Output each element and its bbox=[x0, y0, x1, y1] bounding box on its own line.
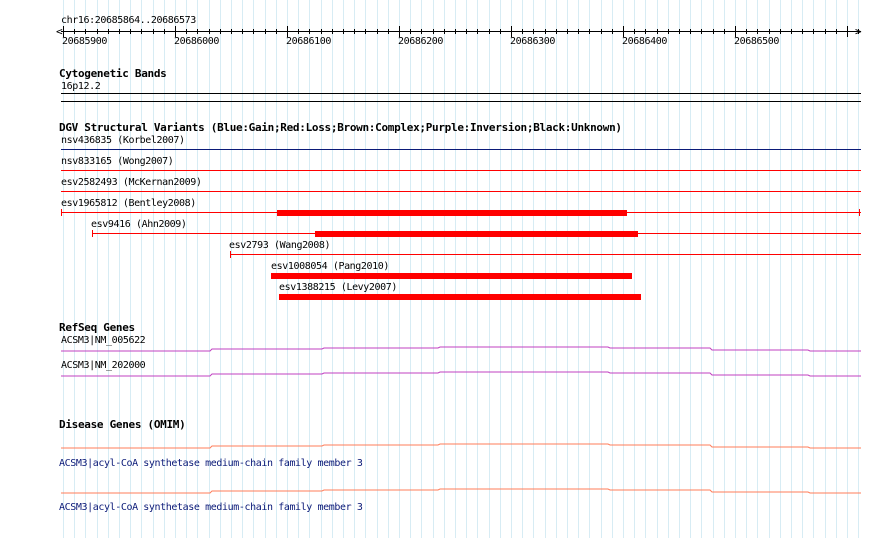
omim-gene-line[interactable] bbox=[61, 443, 861, 449]
gene-label[interactable]: ACSM3|NM_202000 bbox=[61, 360, 146, 371]
omim-track-title: Disease Genes (OMIM) bbox=[59, 418, 186, 431]
omim-gene-line[interactable] bbox=[61, 488, 861, 494]
omim-gene-label[interactable]: ACSM3|acyl-CoA synthetase medium-chain f… bbox=[59, 458, 363, 469]
refseq-gene-line[interactable] bbox=[61, 346, 861, 352]
genome-browser-view: chr16:20685864..20686573 < > 20685900 20… bbox=[0, 0, 890, 538]
omim-gene-label[interactable]: ACSM3|acyl-CoA synthetase medium-chain f… bbox=[59, 502, 363, 513]
refseq-gene-line[interactable] bbox=[61, 371, 861, 377]
